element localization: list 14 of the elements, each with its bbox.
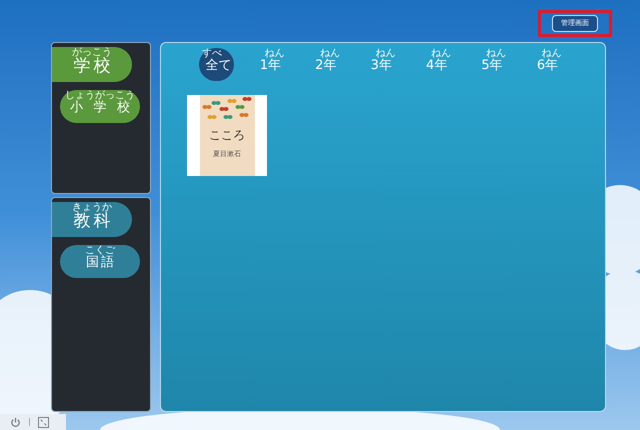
power-icon[interactable]	[10, 416, 21, 428]
grade-tab[interactable]: 3年 ねん	[365, 48, 401, 81]
panel-header: 教科 きょうか	[52, 202, 132, 238]
grade-tab[interactable]: 1年 ねん	[254, 48, 290, 81]
grade-tab[interactable]: 全 すべ て	[199, 48, 234, 81]
grade-tab[interactable]: 4年 ねん	[420, 48, 456, 81]
grade-tab[interactable]: 5年 ねん	[476, 48, 512, 81]
grade-tab[interactable]: 2年 ねん	[310, 48, 346, 81]
resize-icon[interactable]	[38, 416, 49, 428]
grade-tab[interactable]: 6年 ねん	[532, 48, 567, 81]
book-title: こころ	[209, 129, 245, 141]
panel-header: 学校 がっこう	[52, 47, 132, 82]
category-item[interactable]: 国語 こくご	[60, 245, 140, 278]
category-item[interactable]: 小学校 しょうがっこう	[60, 90, 140, 123]
